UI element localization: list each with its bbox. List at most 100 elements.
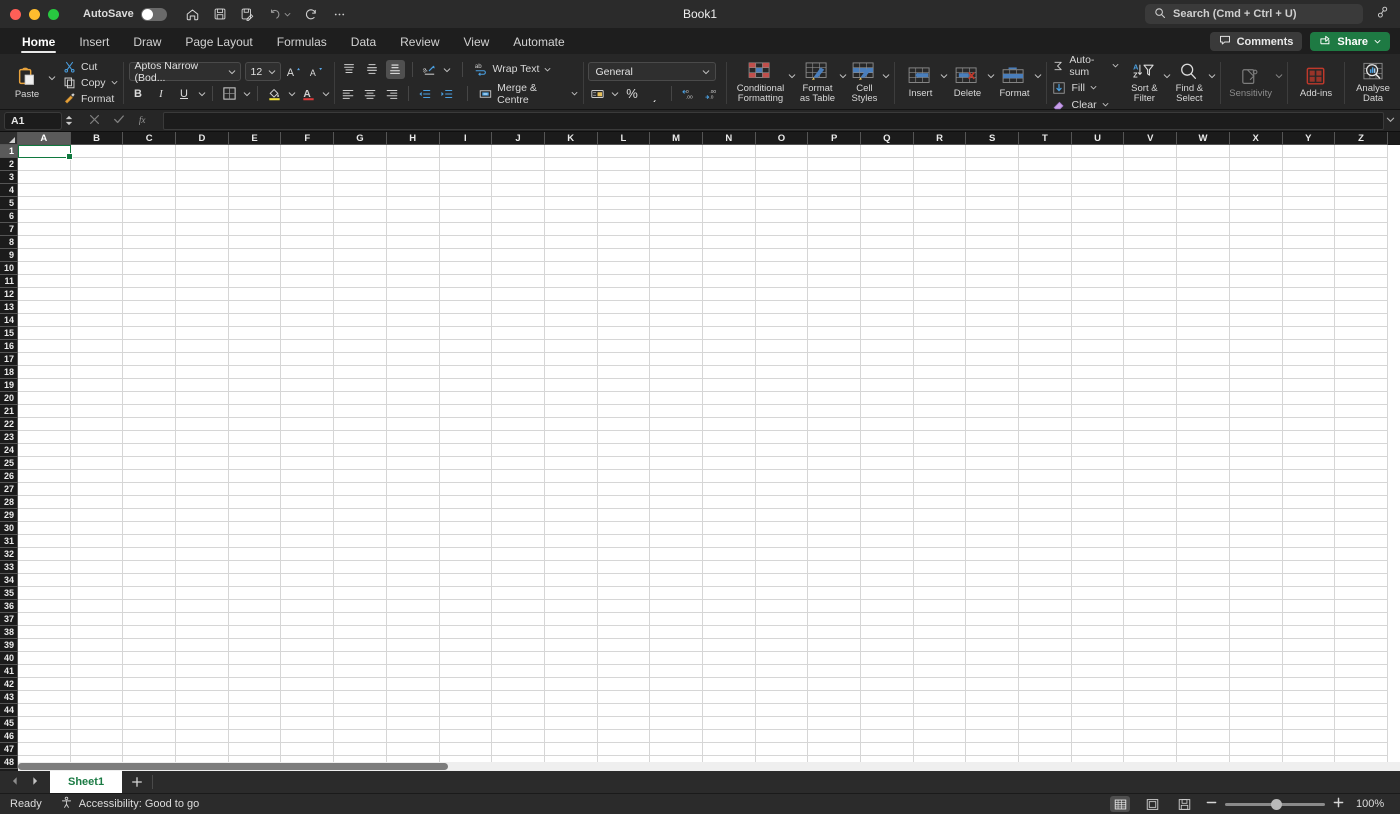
cell-Q29[interactable]: [861, 509, 914, 522]
cell-S1[interactable]: [966, 145, 1020, 158]
cell-V16[interactable]: [1124, 340, 1178, 353]
cell-N5[interactable]: [702, 197, 756, 210]
cell-L23[interactable]: [597, 431, 651, 444]
cell-V24[interactable]: [1124, 444, 1178, 457]
cell-F30[interactable]: [281, 522, 335, 535]
cell-T27[interactable]: [1019, 483, 1072, 496]
cell-M20[interactable]: [650, 392, 703, 405]
row-header-38[interactable]: 38: [0, 626, 18, 639]
cell-W41[interactable]: [1177, 665, 1230, 678]
cell-O13[interactable]: [755, 301, 809, 314]
cell-X23[interactable]: [1229, 431, 1283, 444]
cell-K40[interactable]: [544, 652, 598, 665]
grid-row[interactable]: [18, 366, 1400, 379]
cell-L44[interactable]: [597, 704, 651, 717]
cell-P7[interactable]: [808, 223, 861, 236]
cell-W38[interactable]: [1177, 626, 1230, 639]
cell-Q27[interactable]: [861, 483, 914, 496]
cell-U30[interactable]: [1071, 522, 1125, 535]
cell-F15[interactable]: [281, 327, 335, 340]
cell-F9[interactable]: [281, 249, 335, 262]
cell-C5[interactable]: [123, 197, 177, 210]
cell-B15[interactable]: [70, 327, 124, 340]
cell-styles-chevron-down-icon[interactable]: [882, 72, 890, 79]
cell-G28[interactable]: [334, 496, 387, 509]
cell-P15[interactable]: [808, 327, 861, 340]
cell-W16[interactable]: [1177, 340, 1230, 353]
cell-Y46[interactable]: [1282, 730, 1336, 743]
cell-S43[interactable]: [966, 691, 1020, 704]
cell-E23[interactable]: [228, 431, 282, 444]
cell-L8[interactable]: [597, 236, 651, 249]
cell-M11[interactable]: [650, 275, 703, 288]
cell-I41[interactable]: [439, 665, 493, 678]
cell-A14[interactable]: [18, 314, 71, 327]
cell-M19[interactable]: [650, 379, 703, 392]
cell-O16[interactable]: [755, 340, 809, 353]
cell-J41[interactable]: [492, 665, 545, 678]
column-header-Z[interactable]: Z: [1335, 132, 1388, 145]
cell-S38[interactable]: [966, 626, 1020, 639]
cell-Z27[interactable]: [1335, 483, 1388, 496]
cell-J39[interactable]: [492, 639, 545, 652]
cell-Z29[interactable]: [1335, 509, 1388, 522]
zoom-slider-track[interactable]: [1225, 798, 1325, 810]
cell-R24[interactable]: [913, 444, 967, 457]
cell-F29[interactable]: [281, 509, 335, 522]
cell-R47[interactable]: [913, 743, 967, 756]
cell-O20[interactable]: [755, 392, 809, 405]
cell-H31[interactable]: [386, 535, 440, 548]
cell-Z7[interactable]: [1335, 223, 1388, 236]
cell-O34[interactable]: [755, 574, 809, 587]
cell-Q41[interactable]: [861, 665, 914, 678]
normal-view-button[interactable]: [1110, 796, 1130, 812]
cell-Z22[interactable]: [1335, 418, 1388, 431]
cell-B13[interactable]: [70, 301, 124, 314]
cell-I14[interactable]: [439, 314, 493, 327]
more-options-icon[interactable]: [332, 7, 347, 22]
cell-U40[interactable]: [1071, 652, 1125, 665]
cell-H24[interactable]: [386, 444, 440, 457]
cell-E7[interactable]: [228, 223, 282, 236]
cell-Q38[interactable]: [861, 626, 914, 639]
grid-row[interactable]: [18, 704, 1400, 717]
cell-E40[interactable]: [228, 652, 282, 665]
cell-A31[interactable]: [18, 535, 71, 548]
cell-I45[interactable]: [439, 717, 493, 730]
cell-C37[interactable]: [123, 613, 177, 626]
cell-G24[interactable]: [334, 444, 387, 457]
row-header-20[interactable]: 20: [0, 392, 18, 405]
cell-D42[interactable]: [176, 678, 229, 691]
merge-centre-button[interactable]: Merge & Centre: [479, 82, 577, 106]
cell-E4[interactable]: [228, 184, 282, 197]
cell-U43[interactable]: [1071, 691, 1125, 704]
column-header-W[interactable]: W: [1177, 132, 1230, 145]
cell-S21[interactable]: [966, 405, 1020, 418]
cell-Q42[interactable]: [861, 678, 914, 691]
zoom-slider-handle[interactable]: [1271, 798, 1282, 810]
cell-B27[interactable]: [70, 483, 124, 496]
cell-C22[interactable]: [123, 418, 177, 431]
cell-U24[interactable]: [1071, 444, 1125, 457]
cell-H7[interactable]: [386, 223, 440, 236]
cell-L28[interactable]: [597, 496, 651, 509]
cell-L47[interactable]: [597, 743, 651, 756]
cell-A15[interactable]: [18, 327, 71, 340]
cell-K29[interactable]: [544, 509, 598, 522]
cell-A1[interactable]: [18, 145, 71, 158]
cell-B37[interactable]: [70, 613, 124, 626]
cell-B5[interactable]: [70, 197, 124, 210]
font-size-chevron-down-icon[interactable]: [268, 68, 275, 75]
cell-W23[interactable]: [1177, 431, 1230, 444]
row-header-7[interactable]: 7: [0, 223, 18, 236]
cell-Z12[interactable]: [1335, 288, 1388, 301]
cell-O8[interactable]: [755, 236, 809, 249]
cell-R31[interactable]: [913, 535, 967, 548]
cell-E8[interactable]: [228, 236, 282, 249]
cell-S7[interactable]: [966, 223, 1020, 236]
cell-P24[interactable]: [808, 444, 861, 457]
cell-R39[interactable]: [913, 639, 967, 652]
cell-Q19[interactable]: [861, 379, 914, 392]
cell-I10[interactable]: [439, 262, 493, 275]
save-icon[interactable]: [213, 7, 227, 21]
